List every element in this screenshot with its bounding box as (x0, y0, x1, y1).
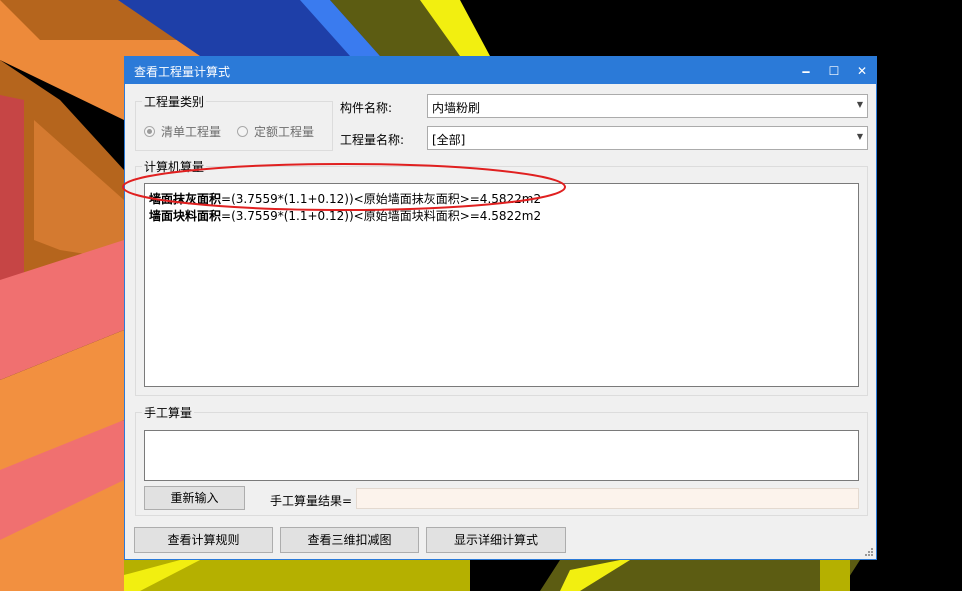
minimize-icon[interactable]: 🗕 (794, 61, 818, 81)
chevron-down-icon: ▼ (856, 132, 863, 141)
manual-result-field[interactable] (356, 488, 859, 509)
component-name-label: 构件名称: (340, 101, 393, 115)
component-name-value: 内墙粉刷 (432, 101, 481, 115)
red-ellipse-annotation (122, 163, 566, 211)
reenter-button[interactable]: 重新输入 (144, 486, 245, 510)
quantity-name-label: 工程量名称: (340, 133, 405, 147)
maximize-icon[interactable]: ☐ (822, 61, 846, 81)
quantity-name-value: [全部] (432, 133, 466, 147)
manual-calc-input[interactable] (144, 430, 859, 481)
manual-calc-label: 手工算量 (142, 404, 195, 421)
quantity-name-select[interactable]: [全部] ▼ (427, 126, 868, 150)
view-3d-deduction-button[interactable]: 查看三维扣减图 (280, 527, 419, 553)
radio-unselected-icon (237, 126, 248, 137)
calculation-formula-dialog: 查看工程量计算式 🗕 ☐ ✕ 工程量类别 清单工程量 定额工程量 构件名称: 内… (124, 56, 877, 560)
component-name-select[interactable]: 内墙粉刷 ▼ (427, 94, 868, 118)
title-bar[interactable]: 查看工程量计算式 🗕 ☐ ✕ (125, 57, 876, 84)
quantity-type-label: 工程量类别 (142, 93, 207, 110)
chevron-down-icon: ▼ (856, 100, 863, 109)
radio-bill-quantity[interactable]: 清单工程量 (144, 123, 221, 140)
resize-grip-icon[interactable] (864, 547, 874, 557)
manual-result-label: 手工算量结果= (270, 494, 353, 508)
view-rules-button[interactable]: 查看计算规则 (134, 527, 273, 553)
radio-label: 清单工程量 (161, 125, 222, 139)
radio-selected-icon (144, 126, 155, 137)
close-icon[interactable]: ✕ (850, 61, 874, 81)
dialog-title: 查看工程量计算式 (134, 65, 231, 79)
radio-quota-quantity[interactable]: 定额工程量 (237, 123, 314, 140)
show-detail-formula-button[interactable]: 显示详细计算式 (426, 527, 566, 553)
radio-label: 定额工程量 (254, 125, 315, 139)
